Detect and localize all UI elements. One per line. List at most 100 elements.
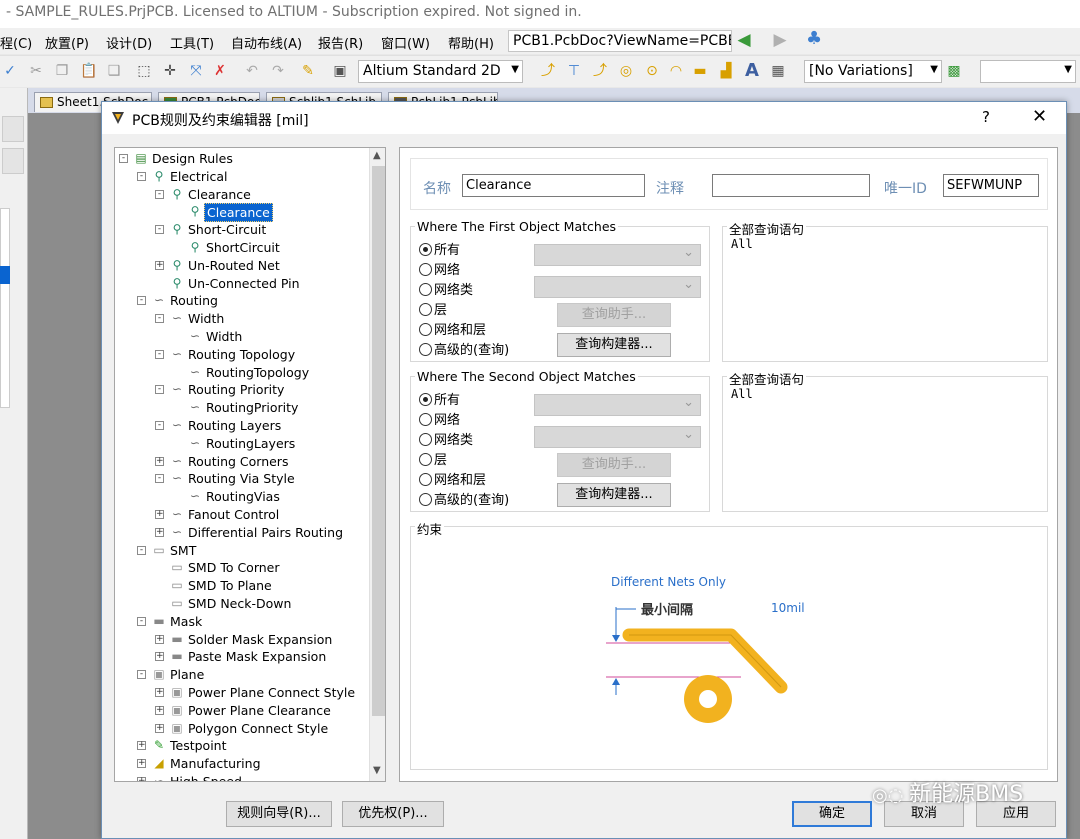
panel-selected-item[interactable]	[0, 266, 10, 284]
place-fill-icon[interactable]: ▬	[692, 63, 708, 79]
component-icon[interactable]: ▣	[332, 63, 348, 79]
first-object-secondary-select[interactable]	[534, 276, 701, 298]
collapse-icon[interactable]: -	[155, 349, 164, 359]
radio-circle-icon[interactable]	[419, 433, 432, 446]
place-array-icon[interactable]: ▦	[770, 63, 786, 79]
tree-node[interactable]: - ⚲ Electrical	[115, 168, 369, 185]
menu-reports[interactable]: 报告(R)	[318, 33, 363, 52]
view-config-combo[interactable]: Altium Standard 2D ▼	[358, 60, 523, 83]
place-via-icon[interactable]: ⊙	[644, 63, 660, 79]
paste-icon[interactable]: 📋	[80, 63, 97, 79]
collapse-icon[interactable]: -	[137, 545, 146, 555]
second-query-builder-button[interactable]: 查询构建器...	[557, 483, 671, 507]
menu-design[interactable]: 设计(D)	[106, 33, 152, 52]
second-object-secondary-select[interactable]	[534, 426, 701, 448]
back-icon[interactable]: ◀	[736, 32, 752, 49]
second-match-radio-option[interactable]: 层	[419, 449, 447, 468]
radio-circle-icon[interactable]	[419, 493, 432, 506]
tree-node[interactable]: ⚲ ShortCircuit	[115, 239, 369, 256]
tree-scrollbar[interactable]: ▲ ▼	[369, 148, 385, 781]
radio-circle-icon[interactable]	[419, 303, 432, 316]
tree-node[interactable]: - ∽ Routing Layers	[115, 417, 369, 434]
highlight-icon[interactable]: ✎	[300, 63, 316, 79]
collapse-icon[interactable]: -	[155, 421, 164, 430]
expand-icon[interactable]: +	[155, 456, 164, 466]
variation-combo[interactable]: [No Variations] ▼	[804, 60, 942, 83]
net-mode-label[interactable]: Different Nets Only	[611, 575, 726, 589]
panel-list[interactable]	[0, 208, 10, 408]
expand-icon[interactable]: +	[155, 634, 164, 644]
first-match-radio-option[interactable]: 网络和层	[419, 319, 486, 338]
first-match-radio-option[interactable]: 层	[419, 299, 447, 318]
tree-node[interactable]: - ∽ Routing	[115, 292, 369, 309]
tree-node[interactable]: - ▭ SMT	[115, 542, 369, 559]
tree-node[interactable]: - ▬ Mask	[115, 613, 369, 630]
collapse-icon[interactable]: -	[155, 385, 164, 395]
radio-circle-icon[interactable]	[419, 343, 432, 356]
menu-help[interactable]: 帮助(H)	[448, 33, 494, 52]
first-query-builder-button[interactable]: 查询构建器...	[557, 333, 671, 357]
tree-node[interactable]: - ⚲ Clearance	[115, 186, 369, 203]
second-object-primary-select[interactable]	[534, 394, 701, 416]
collapse-icon[interactable]: -	[119, 154, 128, 163]
collapse-icon[interactable]: -	[155, 225, 164, 235]
place-string-icon[interactable]: A	[744, 62, 760, 80]
cut-icon[interactable]: ✂	[28, 63, 44, 79]
tree-node[interactable]: ∽ RoutingPriority	[115, 399, 369, 416]
second-query-helper-button[interactable]: 查询助手...	[557, 453, 671, 477]
tree-node[interactable]: - ∽ Routing Via Style	[115, 470, 369, 487]
rule-uid-field[interactable]: SEFWMUNP	[943, 174, 1039, 197]
layer-stack-icon[interactable]: ▩	[946, 63, 962, 79]
help-button[interactable]: ?	[982, 108, 990, 126]
tree-node[interactable]: + ∽ Fanout Control	[115, 506, 369, 523]
tree-node[interactable]: + ✎ Testpoint	[115, 737, 369, 754]
menu-project[interactable]: 程(C)	[0, 33, 32, 52]
first-match-radio-option[interactable]: 高级的(查询)	[419, 339, 509, 358]
radio-circle-icon[interactable]	[419, 283, 432, 296]
menu-window[interactable]: 窗口(W)	[381, 33, 430, 52]
min-clearance-value[interactable]: 10mil	[771, 601, 805, 615]
second-full-query-text[interactable]: All	[731, 387, 753, 401]
place-polygon-icon[interactable]: ▟	[718, 63, 734, 79]
expand-icon[interactable]: +	[155, 652, 164, 662]
tree-node[interactable]: + ⚲ Un-Routed Net	[115, 257, 369, 274]
collapse-icon[interactable]: -	[137, 616, 146, 626]
radio-circle-icon[interactable]	[419, 413, 432, 426]
scroll-down-icon[interactable]: ▼	[373, 765, 381, 776]
tree-node[interactable]: + ▣ Power Plane Connect Style	[115, 684, 369, 701]
scroll-up-icon[interactable]: ▲	[373, 150, 381, 161]
collapse-icon[interactable]: -	[155, 474, 164, 484]
first-match-radio-option[interactable]: 所有	[419, 239, 460, 258]
tree-node[interactable]: ∽ Width	[115, 328, 369, 345]
second-match-radio-option[interactable]: 网络	[419, 409, 460, 428]
left-panel[interactable]	[0, 88, 28, 839]
rule-comment-field[interactable]	[712, 174, 870, 197]
tree-node[interactable]: + ▣ Power Plane Clearance	[115, 702, 369, 719]
rubber-stamp-icon[interactable]: ❑	[106, 63, 122, 79]
tree-node[interactable]: + ∽ Differential Pairs Routing	[115, 524, 369, 541]
tree-node[interactable]: + ▬ Paste Mask Expansion	[115, 648, 369, 665]
tree-node[interactable]: + ∽ Routing Corners	[115, 453, 369, 470]
tree-scroll-thumb[interactable]	[372, 166, 385, 716]
expand-icon[interactable]: +	[155, 723, 164, 733]
rule-wizard-button[interactable]: 规则向导(R)...	[226, 801, 332, 827]
panel-tab[interactable]	[2, 116, 24, 142]
second-match-radio-option[interactable]: 网络类	[419, 429, 473, 448]
undo-icon[interactable]: ↶	[244, 63, 260, 79]
doc-path-combo[interactable]: PCB1.PcbDoc?ViewName=PCBE	[508, 30, 732, 52]
radio-circle-icon[interactable]	[419, 263, 432, 276]
copy-icon[interactable]: ❐	[54, 63, 70, 79]
tree-node[interactable]: - ∽ Routing Priority	[115, 381, 369, 398]
collapse-icon[interactable]: -	[137, 670, 146, 680]
radio-circle-icon[interactable]	[419, 473, 432, 486]
second-match-radio-option[interactable]: 网络和层	[419, 469, 486, 488]
radio-circle-icon[interactable]	[419, 393, 432, 406]
collapse-icon[interactable]: -	[155, 314, 164, 324]
tree-node-selected[interactable]: ⚲ Clearance	[115, 203, 369, 223]
multi-route-icon[interactable]: ⤴	[592, 63, 608, 79]
collapse-icon[interactable]: -	[137, 296, 146, 306]
close-button[interactable]: ✕	[1032, 106, 1047, 127]
select-area-icon[interactable]: ⬚	[136, 63, 152, 79]
menu-autoroute[interactable]: 自动布线(A)	[231, 33, 302, 52]
tree-node[interactable]: + ▬ Solder Mask Expansion	[115, 631, 369, 648]
